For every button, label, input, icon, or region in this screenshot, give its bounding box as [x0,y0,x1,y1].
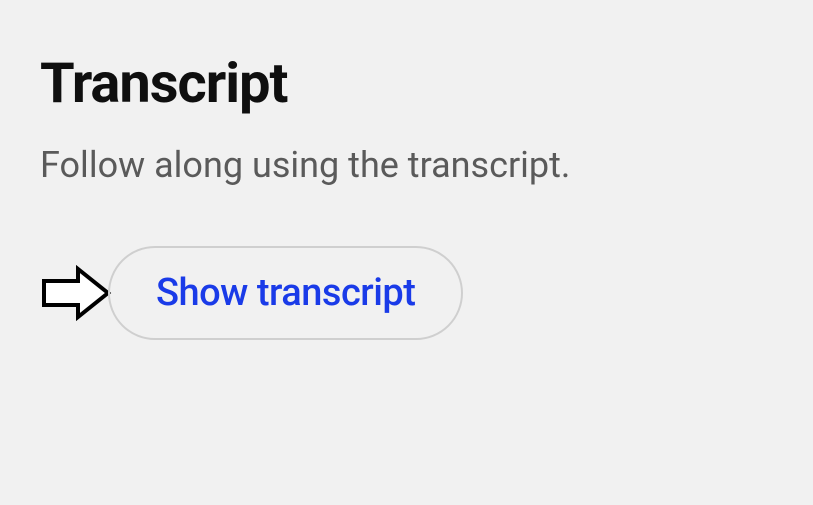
show-transcript-button-label: Show transcript [156,271,415,315]
show-transcript-button[interactable]: Show transcript [108,246,463,340]
transcript-section-subtitle: Follow along using the transcript. [40,144,813,186]
transcript-button-row: Show transcript [40,246,813,340]
pointer-arrow-icon [40,265,112,321]
transcript-section-title: Transcript [40,50,813,116]
